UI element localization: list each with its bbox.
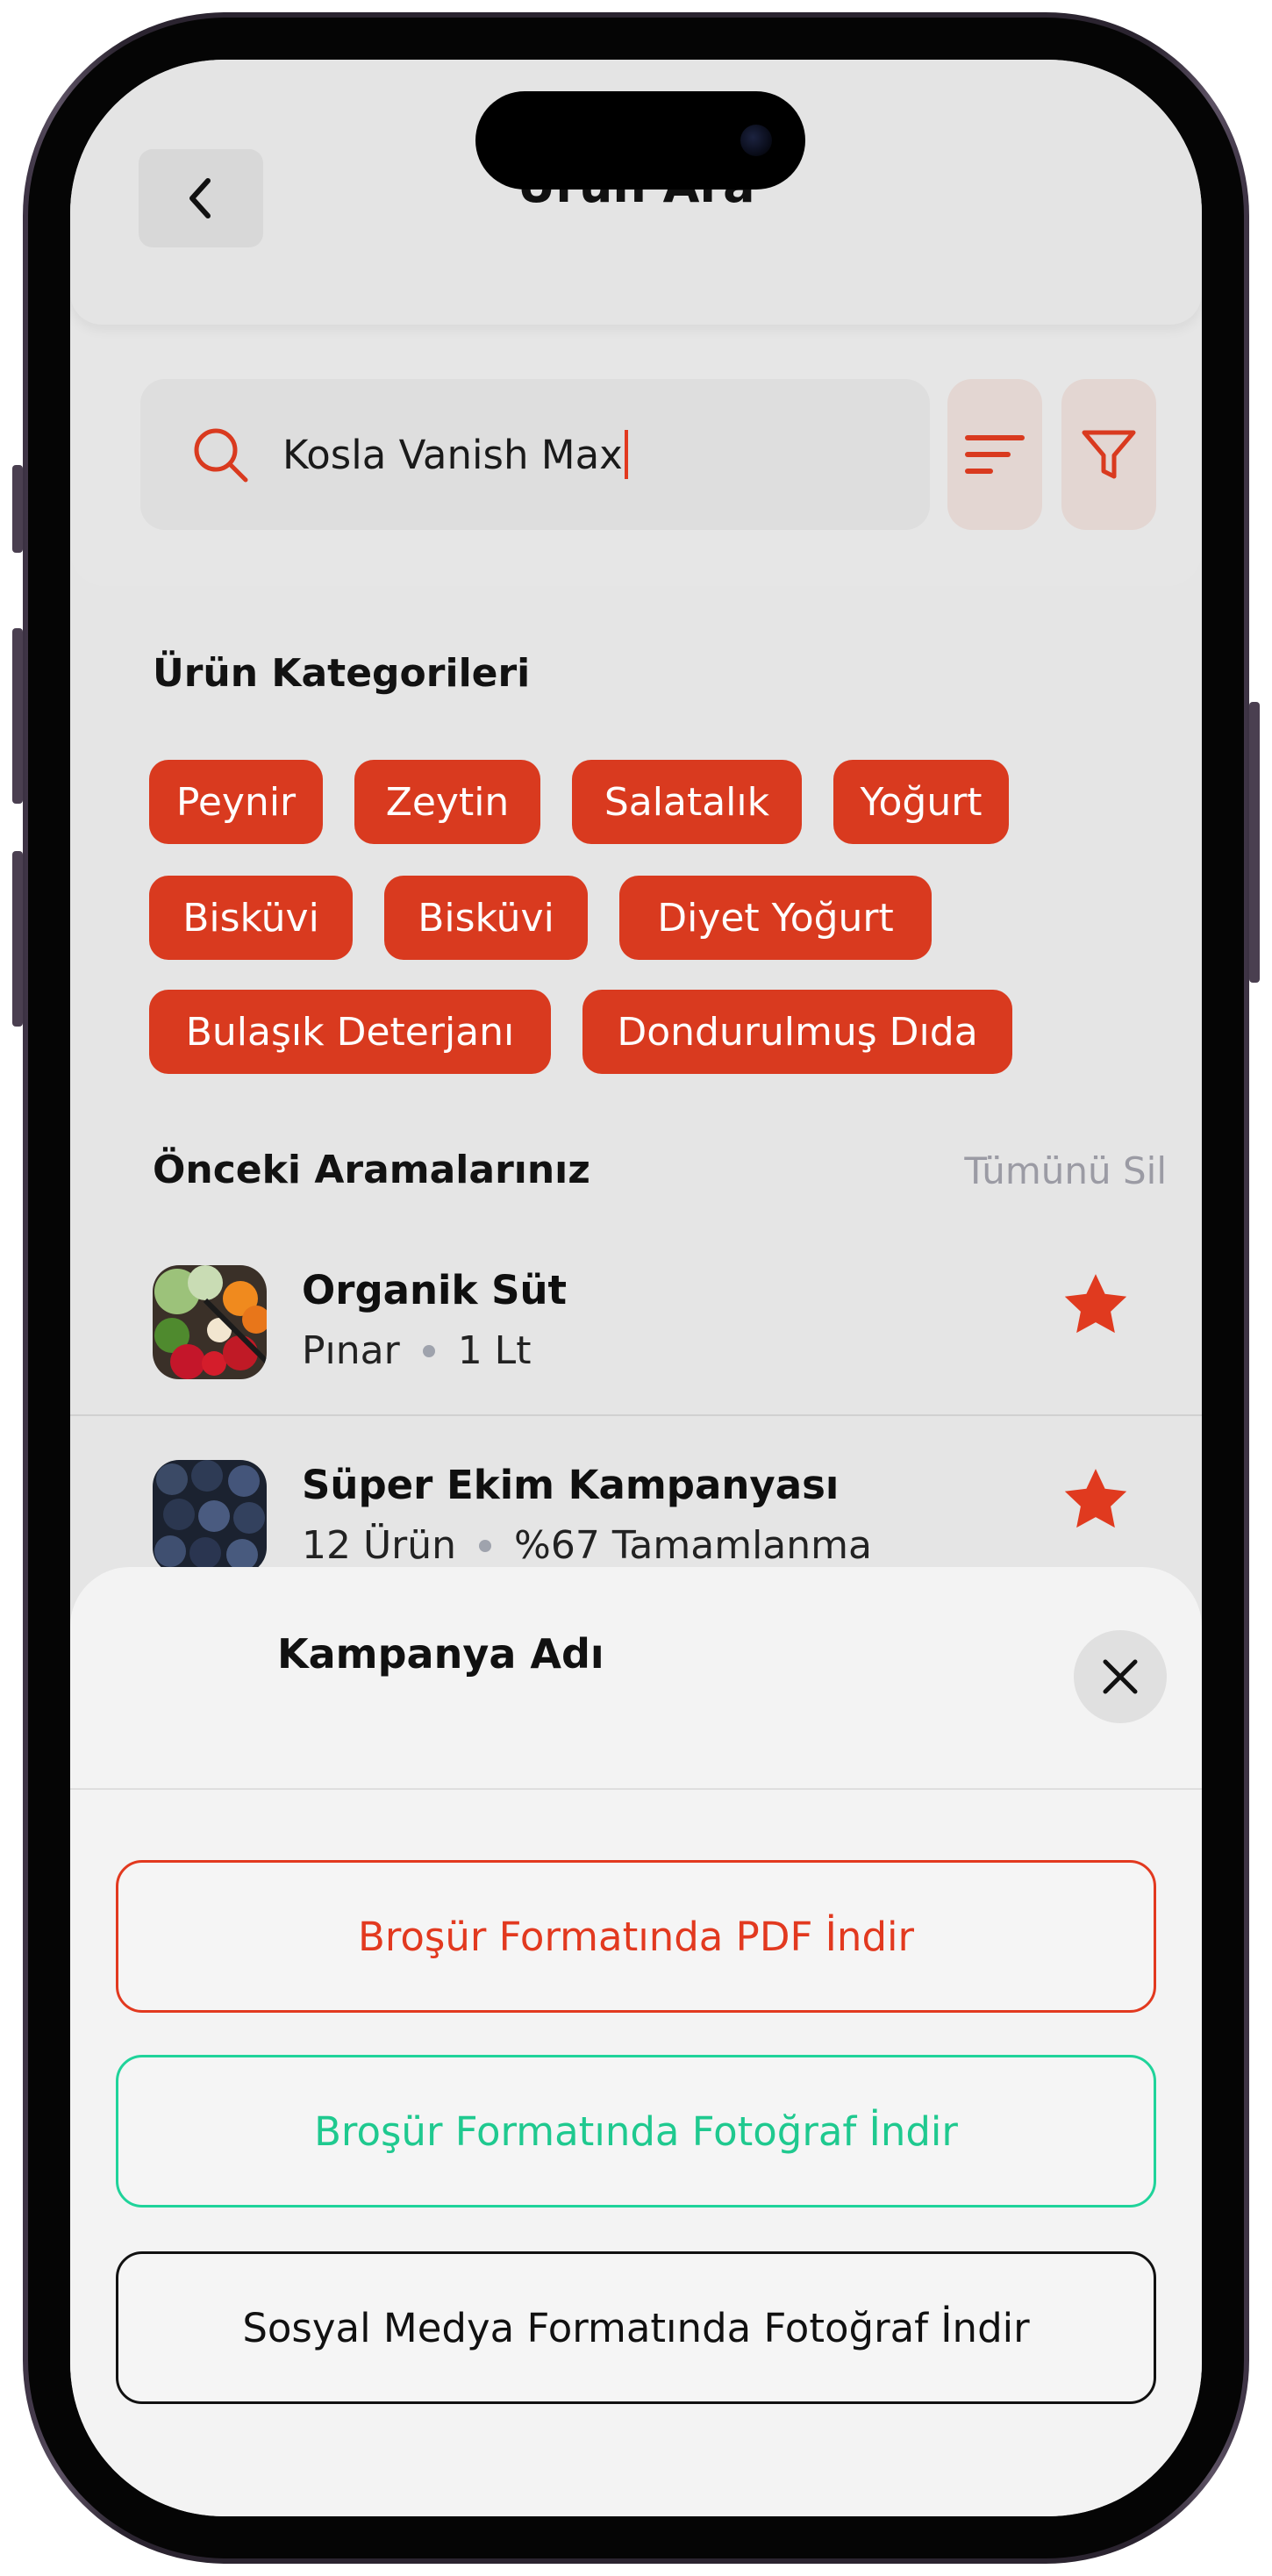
close-icon [1103,1659,1138,1694]
close-button[interactable] [1074,1630,1167,1723]
filter-button[interactable] [1061,379,1156,530]
dynamic-island [475,91,805,190]
star-icon[interactable] [1060,1269,1132,1341]
action-button [12,465,23,553]
sheet-title: Kampanya Adı [277,1630,604,1678]
categories-title: Ürün Kategorileri [153,651,531,696]
search-value: Kosla Vanish Max [282,430,628,479]
download-photo-button[interactable]: Broşür Formatında Fotoğraf İndir [116,2055,1156,2207]
front-camera [740,125,772,156]
blueberries-image [153,1460,267,1574]
search-icon [194,428,248,483]
category-chip[interactable]: Peynir [149,760,323,844]
power-button [1249,702,1260,983]
category-chip[interactable]: Yoğurt [833,760,1009,844]
volume-up-button [12,628,23,804]
category-chip[interactable]: Bisküvi [149,876,353,960]
separator-dot [479,1539,492,1552]
progress-label: %67 Tamamlanma [514,1523,872,1568]
search-section: Kosla Vanish Max [70,297,1202,586]
sheet-divider [70,1788,1202,1790]
download-social-photo-button[interactable]: Sosyal Medya Formatında Fotoğraf İndir [116,2251,1156,2404]
category-chip[interactable]: Bisküvi [384,876,588,960]
recent-item-meta: Pınar 1 Lt [302,1328,531,1373]
recent-item-name: Organik Süt [302,1267,568,1313]
category-chip[interactable]: Salatalık [572,760,802,844]
category-chip[interactable]: Diyet Yoğurt [619,876,932,960]
vegetables-image [153,1265,267,1379]
star-icon[interactable] [1060,1463,1132,1535]
recent-item-name: Süper Ekim Kampanyası [302,1462,840,1508]
screen: Kosla Vanish Max Ürün Ara Ürün Kategoril… [70,60,1202,2516]
category-chip[interactable]: Dondurulmuş Dıda [582,990,1012,1074]
text-caret [624,430,628,479]
sort-button[interactable] [947,379,1042,530]
sort-lines-icon [965,435,1025,474]
clear-all-link[interactable]: Tümünü Sil [964,1149,1167,1192]
brand-label: Pınar [302,1328,400,1373]
category-chip[interactable]: Zeytin [354,760,540,844]
filter-funnel-icon [1082,430,1136,479]
list-divider [70,1414,1202,1416]
download-pdf-button[interactable]: Broşür Formatında PDF İndir [116,1860,1156,2013]
search-input[interactable]: Kosla Vanish Max [140,379,930,530]
volume-down-button [12,851,23,1027]
recent-item-meta: 12 Ürün %67 Tamamlanma [302,1523,872,1568]
recent-item[interactable]: Organik Süt Pınar 1 Lt [70,1242,1202,1435]
bottom-sheet: Kampanya Adı Broşür Formatında PDF İndir… [70,1567,1202,2516]
separator-dot [422,1344,435,1357]
recent-title: Önceki Aramalarınız [153,1148,590,1192]
count-label: 12 Ürün [302,1523,457,1568]
size-label: 1 Lt [457,1328,532,1373]
category-chip[interactable]: Bulaşık Deterjanı [149,990,551,1074]
